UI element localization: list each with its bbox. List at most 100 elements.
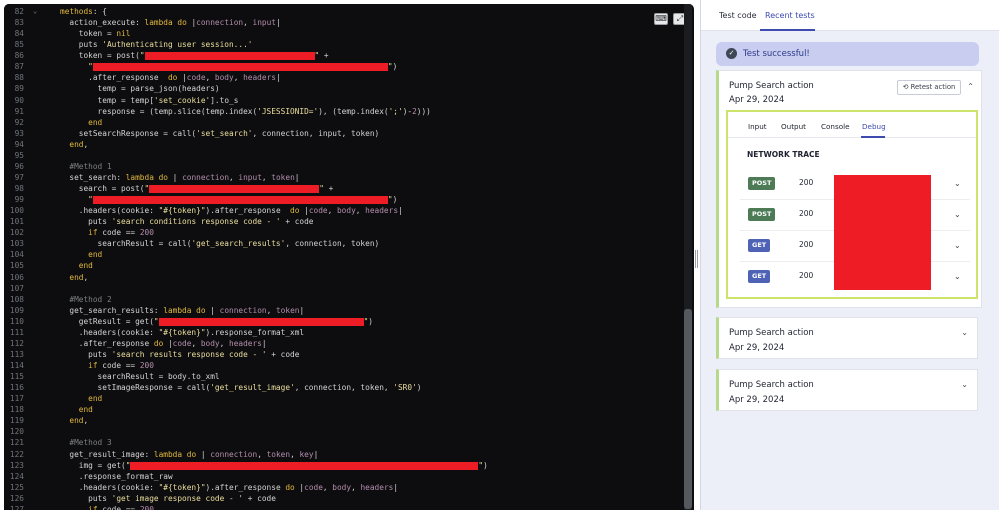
- code-line[interactable]: 115 searchResult = body.to_xml: [4, 371, 684, 382]
- code-line[interactable]: 105 end: [4, 260, 684, 271]
- code-token: ).after_response: [205, 482, 286, 492]
- code-text: .response_format_raw: [60, 471, 173, 482]
- code-line[interactable]: 126 puts 'get image response code - ' + …: [4, 493, 684, 504]
- code-line[interactable]: 95: [4, 150, 684, 161]
- code-line[interactable]: 127 if code == 200: [4, 504, 684, 510]
- code-line[interactable]: 93 setSearchResponse = call('set_search'…: [4, 128, 684, 139]
- code-line[interactable]: 90 temp = temp['set_cookie'].to_s: [4, 95, 684, 106]
- redaction-bar: [144, 52, 315, 61]
- code-line[interactable]: 82 ⌄ methods: {: [4, 6, 684, 17]
- code-text: end: [60, 393, 102, 404]
- code-line[interactable]: 84 token = nil: [4, 28, 684, 39]
- code-line[interactable]: 113 puts 'search results response code -…: [4, 349, 684, 360]
- code-token: do: [186, 449, 197, 459]
- tab-console[interactable]: Console: [821, 122, 850, 131]
- line-number: 116: [9, 383, 24, 393]
- code-line[interactable]: 125 .headers(cookie: "#{token}").after_r…: [4, 482, 684, 493]
- line-number: 102: [9, 228, 24, 238]
- code-token: do: [158, 172, 168, 182]
- test-card[interactable]: Pump Search action Apr 29, 2024 ⌄: [716, 317, 978, 359]
- chevron-down-icon[interactable]: ⌄: [954, 210, 961, 219]
- code-token: ,: [83, 272, 89, 282]
- code-line[interactable]: 118 end: [4, 404, 684, 415]
- tab-debug[interactable]: Debug: [862, 122, 886, 131]
- code-text: end,: [60, 139, 88, 150]
- code-token: ), (temp.index(: [318, 106, 389, 116]
- code-line[interactable]: 92 end: [4, 117, 684, 128]
- code-line[interactable]: 117 end: [4, 393, 684, 404]
- code-token: headers: [360, 482, 394, 492]
- code-line[interactable]: 99 " "): [4, 194, 684, 205]
- code-line[interactable]: 83 action_execute: lambda do |connection…: [4, 17, 684, 28]
- code-line[interactable]: 123 img = get(" "): [4, 460, 684, 471]
- code-line[interactable]: 104 end: [4, 249, 684, 260]
- code-line[interactable]: 112 .after_response do |code, body, head…: [4, 338, 684, 349]
- test-card-date: Apr 29, 2024: [729, 95, 785, 105]
- code-token: + code: [266, 349, 300, 359]
- code-line[interactable]: 100 .headers(cookie: "#{token}").after_r…: [4, 205, 684, 216]
- code-line[interactable]: 114 if code == 200: [4, 360, 684, 371]
- code-line[interactable]: 86 token = post(" " +: [4, 50, 684, 61]
- code-line[interactable]: 107: [4, 283, 684, 294]
- chevron-down-icon[interactable]: ⌄: [954, 272, 961, 281]
- code-text: " "): [60, 61, 397, 72]
- code-line[interactable]: 88 .after_response do |code, body, heade…: [4, 72, 684, 83]
- code-token: code ==: [97, 504, 140, 510]
- code-line[interactable]: 119 end,: [4, 415, 684, 426]
- code-lines[interactable]: 82 ⌄ methods: {83 action_execute: lambda d…: [4, 6, 684, 510]
- success-banner: ✓ Test successful!: [716, 42, 979, 66]
- code-line[interactable]: 89 temp = parse_json(headers): [4, 83, 684, 94]
- code-editor[interactable]: 82 ⌄ methods: {83 action_execute: lambda d…: [4, 4, 694, 510]
- tab-output[interactable]: Output: [781, 122, 806, 131]
- code-token: body: [332, 482, 352, 492]
- chevron-up-icon[interactable]: ⌃: [967, 82, 974, 91]
- line-number: 90: [14, 95, 24, 105]
- code-line[interactable]: 124 .response_format_raw: [4, 471, 684, 482]
- fold-icon[interactable]: ⌄: [33, 6, 37, 17]
- code-token: .after_response: [60, 73, 168, 83]
- line-number: 85: [14, 40, 24, 50]
- code-token: puts: [60, 40, 103, 50]
- code-line[interactable]: 110 getResult = get(" "): [4, 316, 684, 327]
- code-token: connection: [210, 449, 258, 459]
- chevron-down-icon[interactable]: ⌄: [954, 179, 961, 188]
- code-line[interactable]: 106 end,: [4, 272, 684, 283]
- code-line[interactable]: 96 #Method 1: [4, 161, 684, 172]
- test-card[interactable]: Pump Search action Apr 29, 2024 ⌄: [716, 369, 978, 411]
- code-line[interactable]: 120: [4, 426, 684, 437]
- code-line[interactable]: 85 puts 'Authenticating user session...': [4, 39, 684, 50]
- line-number: 87: [14, 62, 24, 72]
- chevron-down-icon[interactable]: ⌄: [954, 241, 961, 250]
- line-number: 125: [9, 482, 24, 492]
- tab-input[interactable]: Input: [748, 122, 767, 131]
- code-line[interactable]: 121 #Method 3: [4, 437, 684, 448]
- code-token: set_search:: [60, 172, 126, 182]
- code-line[interactable]: 103 searchResult = call('get_search_resu…: [4, 238, 684, 249]
- code-line[interactable]: 98 search = post(" " +: [4, 183, 684, 194]
- tab-recent-tests[interactable]: Recent tests: [765, 11, 815, 20]
- code-line[interactable]: 111 .headers(cookie: "#{token}").respons…: [4, 327, 684, 338]
- code-line[interactable]: 102 if code == 200: [4, 227, 684, 238]
- code-line[interactable]: 116 setImageResponse = call('get_result_…: [4, 382, 684, 393]
- chevron-down-icon[interactable]: ⌄: [961, 380, 968, 389]
- code-line[interactable]: 94 end,: [4, 139, 684, 150]
- code-line[interactable]: 91 response = (temp.slice(temp.index('JS…: [4, 106, 684, 117]
- line-number: 114: [9, 361, 24, 370]
- code-line[interactable]: 122 get_result_image: lambda do | connec…: [4, 449, 684, 460]
- code-token: body: [200, 338, 220, 348]
- editor-scrollbar-thumb[interactable]: [684, 309, 692, 509]
- chevron-down-icon[interactable]: ⌄: [961, 328, 968, 337]
- code-token: |: [261, 338, 267, 348]
- code-line[interactable]: 97 set_search: lambda do | connection, i…: [4, 172, 684, 183]
- code-line[interactable]: 109 get_search_results: lambda do | conn…: [4, 305, 684, 316]
- retest-action-button[interactable]: ⟲ Retest action: [897, 80, 961, 95]
- code-line[interactable]: 108 #Method 2: [4, 294, 684, 305]
- keyboard-shortcuts-button[interactable]: ⌨: [654, 13, 668, 25]
- code-token: end: [60, 272, 84, 282]
- code-line[interactable]: 87 " "): [4, 61, 684, 72]
- code-token: do: [285, 482, 295, 492]
- code-line[interactable]: 101 puts 'search conditions response cod…: [4, 216, 684, 227]
- panel-resize-handle[interactable]: [695, 250, 698, 268]
- tab-test-code[interactable]: Test code: [719, 11, 757, 20]
